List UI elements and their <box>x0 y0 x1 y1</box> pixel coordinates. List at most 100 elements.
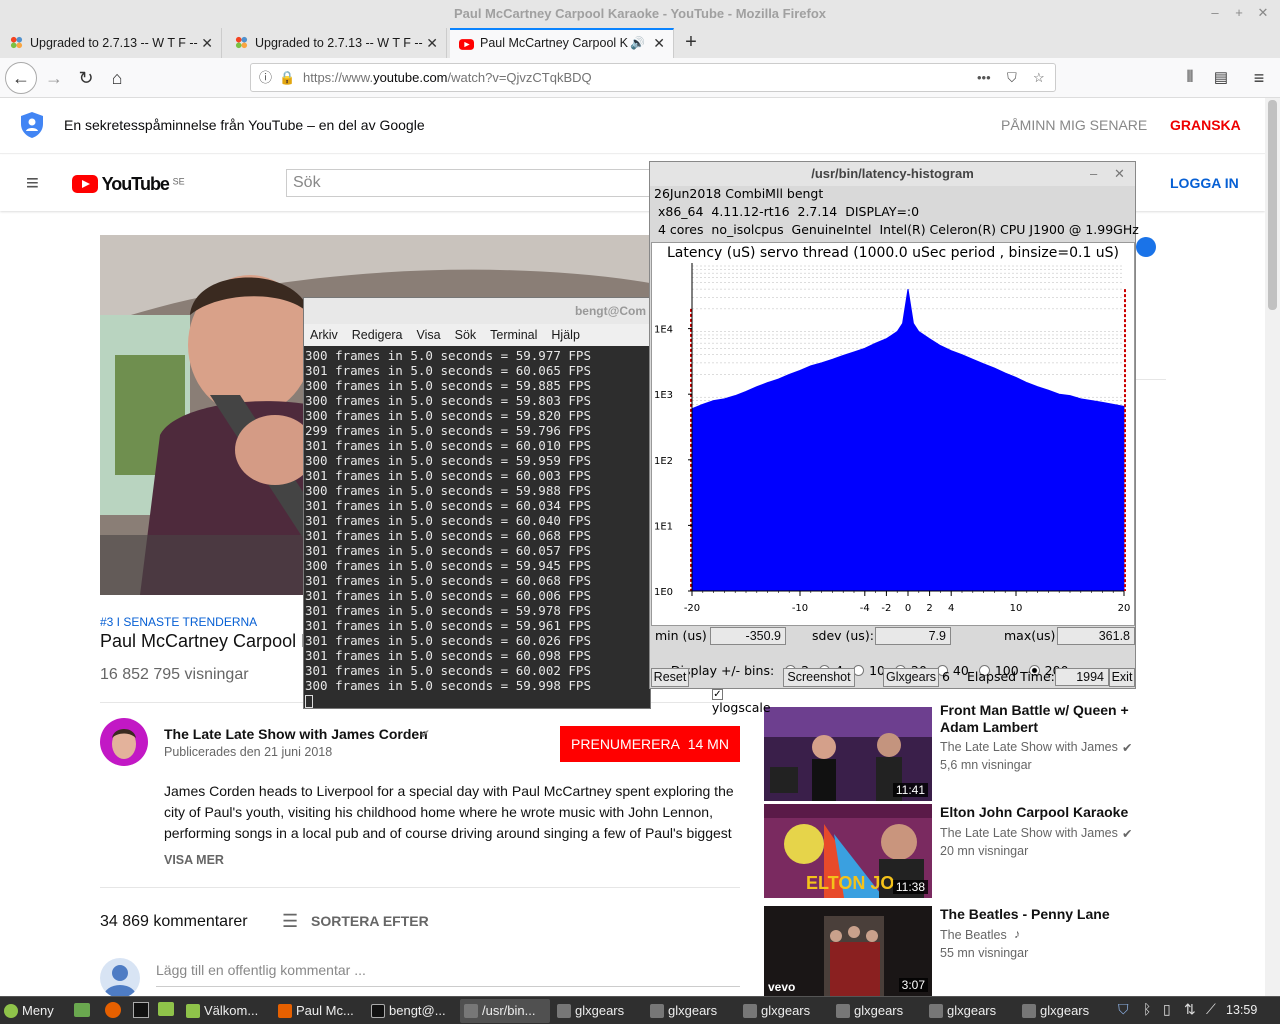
bookmark-star-icon[interactable]: ☆ <box>1033 64 1045 92</box>
related-channel-1[interactable]: The Late Late Show with James <box>940 740 1118 754</box>
files-launcher-icon[interactable] <box>158 1002 174 1016</box>
back-button[interactable]: ← <box>5 62 37 94</box>
search-input[interactable]: Sök <box>286 169 666 197</box>
speaker-icon[interactable]: 🔊 <box>630 30 645 56</box>
terminal-line: 300 frames in 5.0 seconds = 59.820 FPS <box>305 408 591 423</box>
pocket-icon[interactable]: ⛉ <box>1007 64 1017 92</box>
menu-hjalp[interactable]: Hjälp <box>551 328 580 342</box>
show-desktop-icon[interactable] <box>74 1003 90 1017</box>
sort-icon[interactable]: ☰ <box>282 911 298 932</box>
related-views-1: 5,6 mn visningar <box>940 758 1032 772</box>
task-glxgears-5[interactable]: glxgears <box>925 999 1015 1023</box>
subscribe-button[interactable]: PRENUMERERA 14 MN <box>560 726 740 762</box>
trending-tag[interactable]: #3 I SENASTE TRENDERNA <box>100 615 257 629</box>
youtube-logo[interactable]: YouTube SE <box>72 174 185 195</box>
related-thumb-2[interactable]: ELTON JO 11:38 <box>764 804 932 898</box>
reload-button[interactable]: ↻ <box>72 64 100 92</box>
network-icon[interactable]: ⇅ <box>1184 1001 1196 1018</box>
remind-later-button[interactable]: PÅMINN MIG SENARE <box>1001 117 1147 133</box>
related-thumb-1[interactable]: 11:41 <box>764 707 932 801</box>
verified-icon: ✔ <box>1122 827 1133 841</box>
sidebar-icon[interactable]: ▤ <box>1207 64 1235 92</box>
page-actions-icon[interactable]: ••• <box>977 64 991 92</box>
welcome-icon <box>186 1004 200 1018</box>
close-tab-icon[interactable]: ✕ <box>426 28 438 58</box>
channel-name[interactable]: The Late Late Show with James Corden <box>164 726 428 742</box>
menu-sok[interactable]: Sök <box>455 328 477 342</box>
shield-tray-icon[interactable]: ⛉ <box>1118 1001 1129 1018</box>
guide-menu-icon[interactable]: ≡ <box>26 170 39 196</box>
terminal-launcher-icon[interactable] <box>133 1002 149 1018</box>
related-thumb-3[interactable]: vevo 3:07 <box>764 906 932 996</box>
ylogscale-toggle[interactable]: ✓ ylogscale <box>696 669 771 730</box>
task-latency-histogram[interactable]: /usr/bin... <box>460 999 550 1023</box>
close-tab-icon[interactable]: ✕ <box>653 30 665 56</box>
page-scrollbar[interactable] <box>1265 98 1280 998</box>
related-channel-2[interactable]: The Late Late Show with James <box>940 826 1118 840</box>
menu-terminal[interactable]: Terminal <box>490 328 537 342</box>
review-button[interactable]: GRANSKA <box>1170 117 1241 133</box>
info-icon[interactable]: ⓘ <box>259 64 272 92</box>
sort-by-button[interactable]: SORTERA EFTER <box>311 913 429 929</box>
related-channel-3[interactable]: The Beatles <box>940 928 1007 942</box>
menu-visa[interactable]: Visa <box>417 328 441 342</box>
sign-in-button[interactable]: LOGGA IN <box>1170 175 1239 191</box>
minimize-icon[interactable]: ‒ <box>1090 162 1097 186</box>
tab-label: Upgraded to 2.7.13 -- W T F -- <box>255 36 423 50</box>
tab-youtube[interactable]: Paul McCartney Carpool K 🔊 ✕ <box>450 28 674 58</box>
clipboard-icon[interactable]: ▯ <box>1163 1001 1171 1018</box>
x-tick-label: 20 <box>1118 603 1131 614</box>
verified-icon: ✔ <box>1122 741 1133 755</box>
terminal-window[interactable]: bengt@Com Arkiv Redigera Visa Sök Terminal Hj… <box>303 297 651 709</box>
task-label: bengt@... <box>389 1003 446 1018</box>
add-comment-input[interactable]: Lägg till en offentlig kommentar ... <box>156 962 366 978</box>
task-glxgears-3[interactable]: glxgears <box>739 999 829 1023</box>
related-title-1[interactable]: Front Man Battle w/ Queen + Adam Lambert <box>940 702 1150 736</box>
terminal-line: 301 frames in 5.0 seconds = 60.068 FPS <box>305 528 591 543</box>
task-firefox[interactable]: Paul Mc... <box>274 999 364 1023</box>
volume-icon[interactable]: ⟋ <box>1206 1001 1216 1018</box>
reset-button[interactable]: Reset <box>651 668 689 687</box>
task-glxgears-6[interactable]: glxgears <box>1018 999 1108 1023</box>
tab-upgraded-2[interactable]: Upgraded to 2.7.13 -- W T F -- ✕ <box>225 28 447 58</box>
maximize-icon[interactable]: + <box>1232 6 1246 20</box>
new-tab-button[interactable]: + <box>680 28 702 58</box>
task-glxgears-4[interactable]: glxgears <box>832 999 922 1023</box>
related-title-2[interactable]: Elton John Carpool Karaoke <box>940 804 1150 820</box>
screenshot-button[interactable]: Screenshot <box>783 668 855 687</box>
close-tab-icon[interactable]: ✕ <box>201 28 213 58</box>
bluetooth-icon[interactable]: ᛒ <box>1143 1001 1151 1017</box>
show-more-button[interactable]: VISA MER <box>164 853 224 867</box>
menu-button[interactable]: Meny <box>0 999 66 1023</box>
minimize-icon[interactable]: ‒ <box>1208 6 1222 20</box>
menu-arkiv[interactable]: Arkiv <box>310 328 338 342</box>
autoplay-toggle[interactable] <box>1136 237 1156 257</box>
task-terminal[interactable]: bengt@... <box>367 999 457 1023</box>
tab-upgraded-1[interactable]: Upgraded to 2.7.13 -- W T F -- ✕ <box>0 28 222 58</box>
terminal-output[interactable]: 300 frames in 5.0 seconds = 59.977 FPS 30… <box>304 348 650 708</box>
histogram-titlebar[interactable]: /usr/bin/latency-histogram ‒ ✕ <box>650 162 1135 186</box>
channel-avatar[interactable] <box>100 718 148 766</box>
task-glxgears-1[interactable]: glxgears <box>553 999 643 1023</box>
task-valkommen[interactable]: Välkom... <box>182 999 272 1023</box>
url-bar[interactable]: ⓘ 🔒 https://www.youtube.com/watch?v=Qjvz… <box>250 63 1056 92</box>
terminal-titlebar[interactable]: bengt@Com <box>304 298 650 324</box>
library-icon[interactable]: ⫴ <box>1176 64 1204 92</box>
related-title-3[interactable]: The Beatles - Penny Lane <box>940 906 1150 922</box>
menu-redigera[interactable]: Redigera <box>352 328 403 342</box>
forward-button[interactable]: → <box>40 64 68 92</box>
terminal-line: 300 frames in 5.0 seconds = 59.977 FPS <box>305 348 591 363</box>
hamburger-menu-icon[interactable]: ≡ <box>1245 64 1273 92</box>
glxgears-button[interactable]: Glxgears <box>883 668 939 687</box>
task-glxgears-2[interactable]: glxgears <box>646 999 736 1023</box>
min-value: -350.9 <box>710 627 786 645</box>
latency-histogram-window[interactable]: /usr/bin/latency-histogram ‒ ✕ 26Jun2018… <box>649 161 1139 715</box>
firefox-launcher-icon[interactable] <box>105 1002 121 1018</box>
exit-button[interactable]: Exit <box>1109 668 1135 687</box>
close-window-icon[interactable]: ✕ <box>1256 6 1270 20</box>
task-label: glxgears <box>761 1003 811 1018</box>
home-button[interactable]: ⌂ <box>103 64 131 92</box>
ylogscale-checkbox[interactable]: ✓ <box>711 689 723 700</box>
close-icon[interactable]: ✕ <box>1114 162 1125 186</box>
scrollbar-thumb[interactable] <box>1268 100 1277 310</box>
